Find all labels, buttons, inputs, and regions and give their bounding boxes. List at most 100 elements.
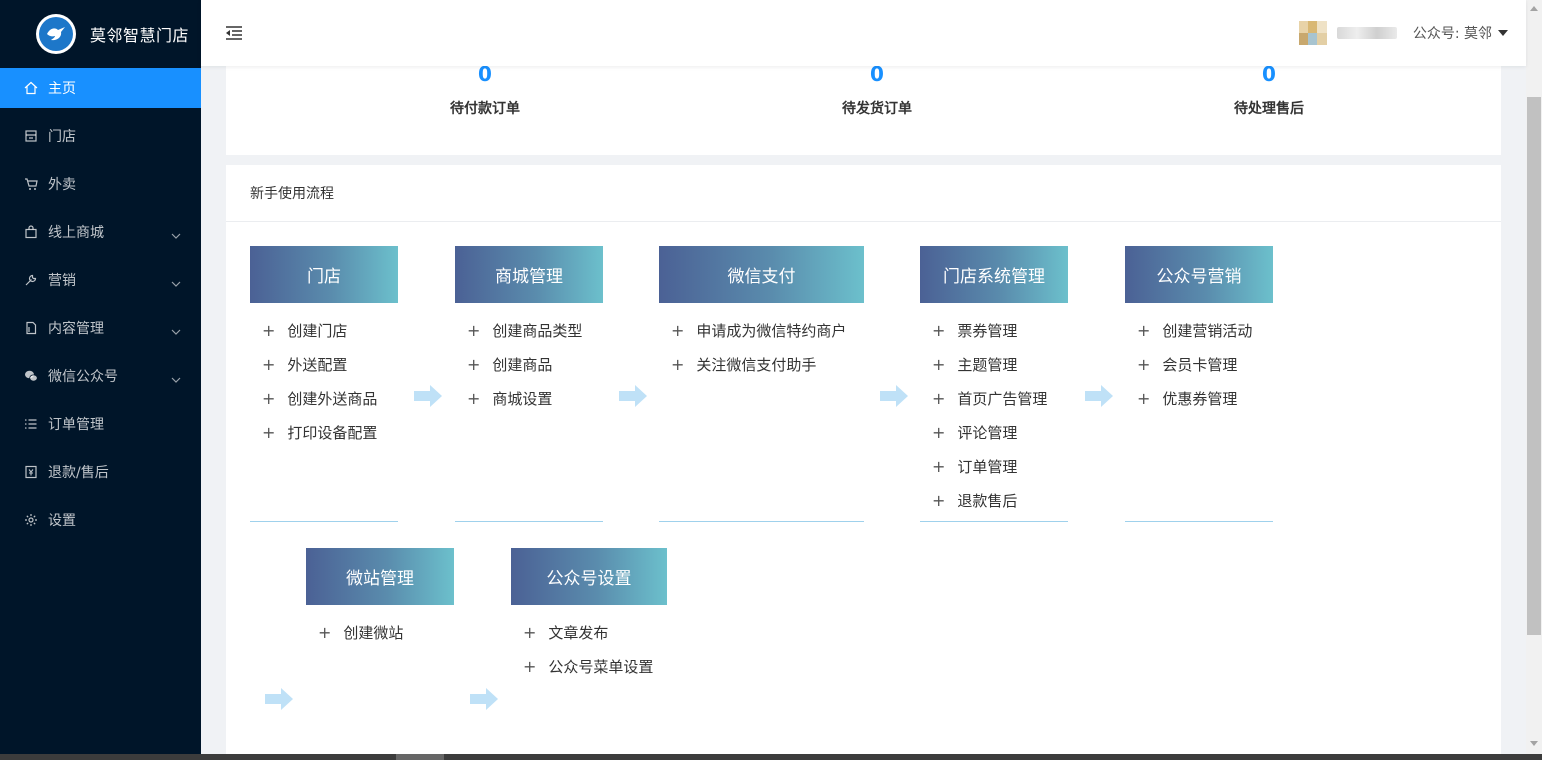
sidebar-item-label: 退款/售后 (48, 465, 109, 481)
guide-step-title[interactable]: 商城管理 (455, 246, 603, 303)
sidebar-item[interactable]: 微信公众号 (0, 356, 201, 396)
guide-step-item[interactable]: + 打印设备配置 (250, 415, 398, 449)
sidebar-item-label: 外卖 (48, 177, 76, 193)
top-header: 公众号: 莫邻 (201, 0, 1526, 66)
sidebar-item[interactable]: 退款/售后 (0, 452, 201, 492)
guide-step-title[interactable]: 微信支付 (659, 246, 864, 303)
guide-step-item[interactable]: + 外送配置 (250, 347, 398, 381)
menu-fold-icon[interactable] (225, 25, 243, 45)
sidebar-item-label: 线上商城 (48, 225, 104, 241)
gear-icon (24, 513, 38, 527)
guide-step-item-label: 创建商品类型 (492, 321, 583, 340)
guide-step-item[interactable]: + 会员卡管理 (1125, 347, 1273, 381)
flow-arrow-icon (1085, 385, 1113, 407)
guide-step-item[interactable]: + 主题管理 (920, 347, 1068, 381)
flow-arrow-icon (265, 688, 293, 710)
guide-step-item-label: 创建门店 (287, 321, 348, 340)
sidebar-item[interactable]: 门店 (0, 116, 201, 156)
chevron-down-icon (171, 275, 181, 291)
guide-step-item-label: 关注微信支付助手 (696, 355, 817, 374)
plus-icon: + (932, 320, 946, 340)
plus-icon: + (932, 388, 946, 408)
sidebar-item-label: 内容管理 (48, 321, 104, 337)
guide-step-item[interactable]: + 首页广告管理 (920, 381, 1068, 415)
plus-icon: + (1137, 320, 1151, 340)
stats-card: 0 待付款订单 0 待发货订单 0 待处理售后 (226, 56, 1501, 155)
sidebar-item[interactable]: 营销 (0, 260, 201, 300)
plus-icon: + (262, 422, 276, 442)
flow-arrow-icon (619, 385, 647, 407)
guide-step-item[interactable]: + 创建微站 (306, 615, 454, 649)
guide-step: 门店 + 创建门店 + 外送配置 + 创建外送商品 + 打印设备配置 (250, 246, 398, 449)
sidebar-item[interactable]: 设置 (0, 500, 201, 540)
guide-step-title[interactable]: 门店系统管理 (920, 246, 1068, 303)
sidebar-item[interactable]: 内容管理 (0, 308, 201, 348)
guide-step-item[interactable]: + 文章发布 (511, 615, 667, 649)
guide-step-divider (1125, 521, 1273, 522)
sidebar-item[interactable]: 线上商城 (0, 212, 201, 252)
guide-step-divider (250, 521, 398, 522)
username-blurred (1336, 27, 1397, 39)
guide-step-item-label: 首页广告管理 (957, 389, 1048, 408)
caret-down-icon (1498, 30, 1508, 36)
plus-icon: + (671, 320, 685, 340)
store-icon (24, 129, 38, 143)
stat-label: 待处理售后 (1234, 101, 1304, 117)
guide-step-item[interactable]: + 申请成为微信特约商户 (659, 313, 864, 347)
guide-step-item[interactable]: + 票券管理 (920, 313, 1068, 347)
guide-step-title[interactable]: 微站管理 (306, 548, 454, 605)
guide-step-item[interactable]: + 创建门店 (250, 313, 398, 347)
stat-label: 待发货订单 (842, 101, 912, 117)
guide-step-item[interactable]: + 订单管理 (920, 449, 1068, 483)
sidebar-item[interactable]: 主页 (0, 68, 201, 108)
guide-step-title[interactable]: 公众号营销 (1125, 246, 1273, 303)
guide-step-item-label: 创建营销活动 (1162, 321, 1253, 340)
guide-step-item[interactable]: + 优惠券管理 (1125, 381, 1273, 415)
plus-icon: + (262, 320, 276, 340)
chevron-down-icon (171, 227, 181, 243)
guide-step-item-label: 退款售后 (957, 491, 1018, 510)
plus-icon: + (671, 354, 685, 374)
guide-step-item-label: 票券管理 (957, 321, 1018, 340)
guide-step-item[interactable]: + 创建外送商品 (250, 381, 398, 415)
flow-arrow-icon (414, 385, 442, 407)
scroll-up-icon[interactable] (1530, 6, 1538, 11)
sidebar-item-label: 微信公众号 (48, 369, 118, 385)
sidebar-item-label: 订单管理 (48, 417, 104, 433)
vertical-scrollbar[interactable] (1526, 0, 1542, 760)
guide-step-item-label: 商城设置 (492, 389, 553, 408)
plus-icon: + (1137, 388, 1151, 408)
avatar[interactable] (1298, 21, 1327, 45)
sidebar-item-label: 设置 (48, 513, 76, 529)
home-icon (24, 81, 38, 95)
sidebar-item-label: 主页 (48, 81, 76, 97)
guide-step-item[interactable]: + 创建商品 (455, 347, 603, 381)
plus-icon: + (932, 422, 946, 442)
guide-step: 门店系统管理 + 票券管理 + 主题管理 + 首页广告管理 + 评论管理 + 订单管理 + 退款售后 (920, 246, 1068, 517)
guide-step-item[interactable]: + 评论管理 (920, 415, 1068, 449)
wechat-icon (24, 369, 38, 383)
plus-icon: + (467, 320, 481, 340)
guide-step-item[interactable]: + 公众号菜单设置 (511, 649, 667, 683)
logo[interactable]: 莫邻智慧门店 (0, 0, 201, 68)
sidebar-item-label: 营销 (48, 273, 76, 289)
guide-step-item[interactable]: + 商城设置 (455, 381, 603, 415)
scroll-down-icon[interactable] (1530, 741, 1538, 746)
guide-step-item[interactable]: + 退款售后 (920, 483, 1068, 517)
taskbar (0, 754, 1542, 760)
sidebar-item[interactable]: 订单管理 (0, 404, 201, 444)
guide-step-item[interactable]: + 创建商品类型 (455, 313, 603, 347)
guide-step-divider (455, 521, 603, 522)
scroll-thumb[interactable] (1527, 97, 1541, 635)
guide-step-item-label: 打印设备配置 (287, 423, 378, 442)
guide-step-item[interactable]: + 创建营销活动 (1125, 313, 1273, 347)
sidebar-item[interactable]: 外卖 (0, 164, 201, 204)
account-dropdown[interactable]: 公众号: 莫邻 (1413, 23, 1508, 43)
guide-title: 新手使用流程 (226, 165, 1501, 222)
guide-step-item[interactable]: + 关注微信支付助手 (659, 347, 864, 381)
guide-step-item-label: 订单管理 (957, 457, 1018, 476)
user-area[interactable]: 公众号: 莫邻 (1298, 0, 1508, 66)
guide-step-title[interactable]: 门店 (250, 246, 398, 303)
guide-step-title[interactable]: 公众号设置 (511, 548, 667, 605)
shopping-bag-icon (24, 225, 38, 239)
